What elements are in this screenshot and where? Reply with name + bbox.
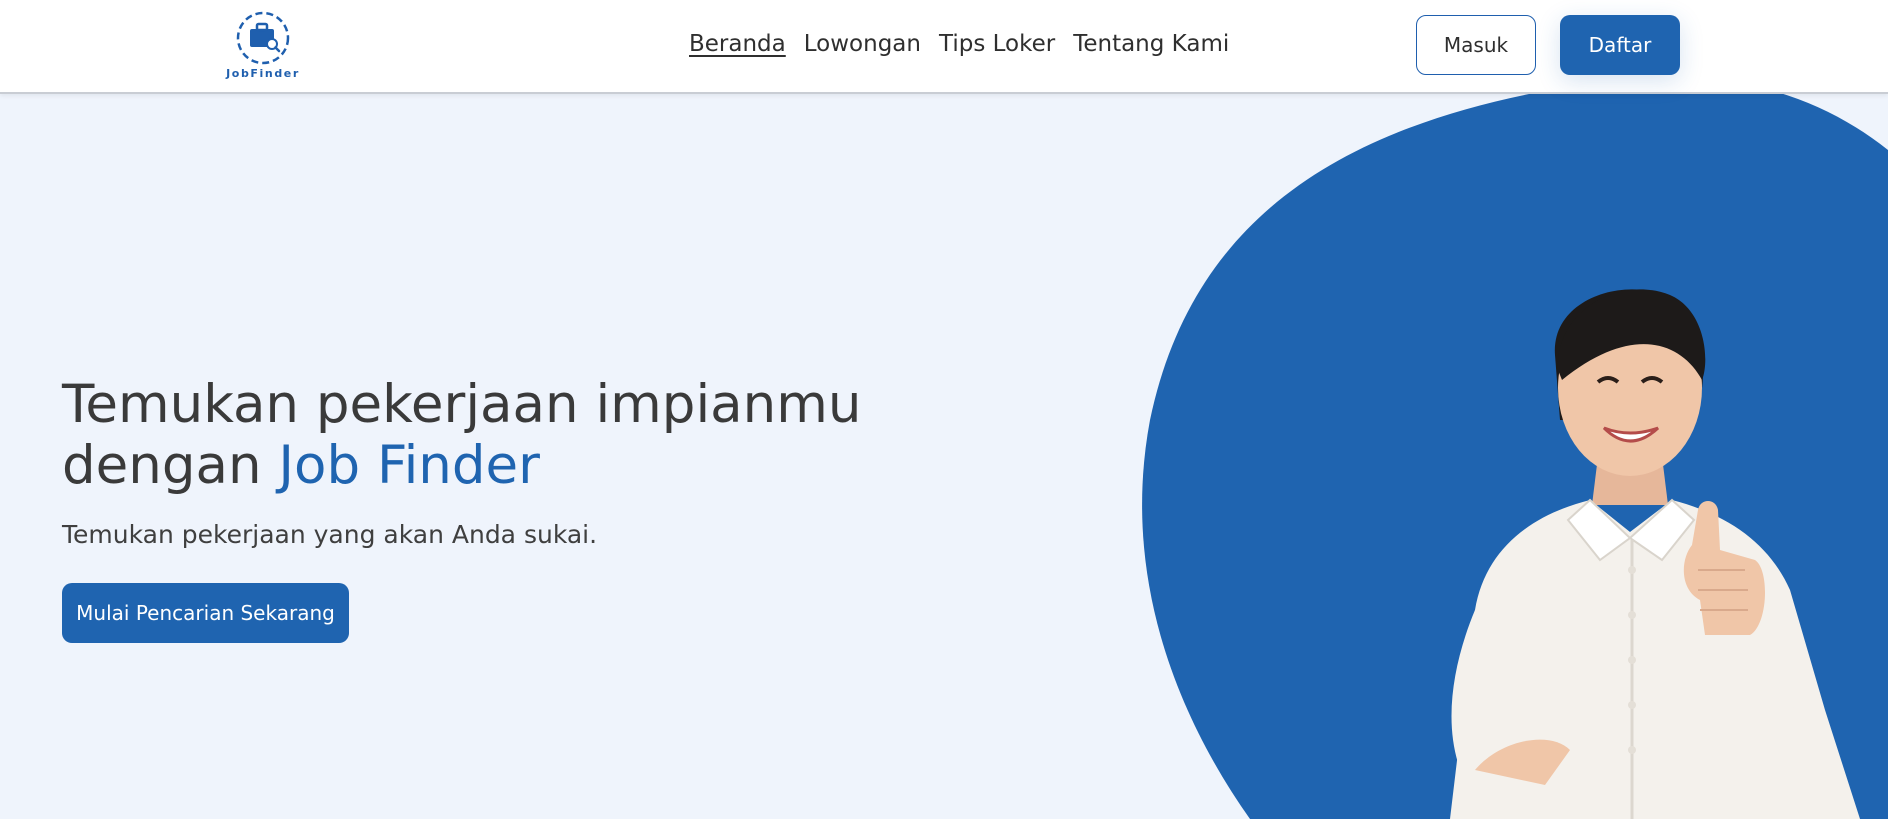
logo-text: JobFinder [226,67,300,80]
nav-item-tentang-kami[interactable]: Tentang Kami [1073,31,1229,57]
top-navbar: JobFinder Beranda Lowongan Tips Loker Te… [0,0,1888,94]
page: JobFinder Beranda Lowongan Tips Loker Te… [0,0,1888,819]
register-button[interactable]: Daftar [1560,15,1680,75]
nav-item-lowongan[interactable]: Lowongan [804,31,921,57]
smiling-woman-thumbs-up-image [1450,289,1860,819]
brand-logo[interactable]: JobFinder [222,10,304,84]
briefcase-search-icon [236,11,290,65]
nav-item-tips-loker[interactable]: Tips Loker [939,31,1055,57]
login-button[interactable]: Masuk [1416,15,1536,75]
main-nav: Beranda Lowongan Tips Loker Tentang Kami [689,31,1247,57]
nav-item-beranda[interactable]: Beranda [689,31,786,57]
